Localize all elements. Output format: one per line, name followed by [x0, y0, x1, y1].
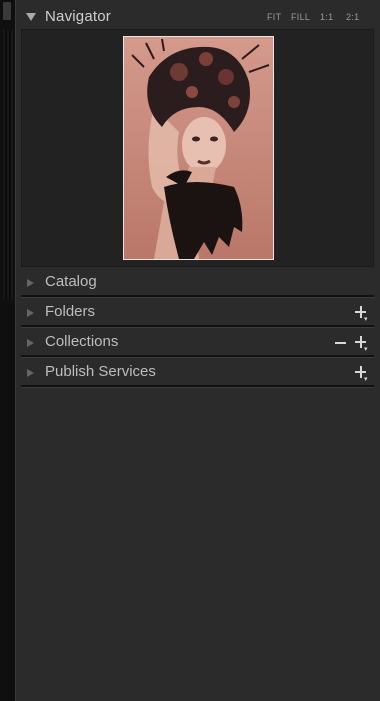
panel-grip[interactable]	[3, 30, 13, 300]
add-folder-icon[interactable]: ▾	[354, 306, 368, 323]
section-divider	[21, 325, 374, 327]
section-folders[interactable]: Folders ▾	[21, 299, 374, 327]
divider	[15, 0, 16, 701]
zoom-fit-button[interactable]: FIT	[267, 12, 281, 22]
panel-edge	[0, 0, 16, 701]
section-label: Publish Services	[45, 363, 156, 380]
navigator-preview[interactable]	[21, 29, 374, 267]
navigator-title: Navigator	[45, 8, 111, 25]
section-divider	[21, 355, 374, 357]
section-divider	[21, 385, 374, 387]
zoom-fill-button[interactable]: FILL	[291, 12, 310, 22]
library-left-panel: Navigator FIT FILL 1:1 2:1 Catalog Folde…	[0, 0, 380, 701]
portrait-thumbnail	[124, 37, 273, 259]
section-divider	[21, 295, 374, 297]
scroll-handle[interactable]	[3, 2, 11, 20]
expand-triangle-icon[interactable]	[26, 13, 36, 21]
collapsed-triangle-icon[interactable]	[27, 369, 34, 377]
collapsed-triangle-icon[interactable]	[27, 339, 34, 347]
add-publish-service-icon[interactable]: ▾	[354, 366, 368, 383]
section-publish-services[interactable]: Publish Services ▾	[21, 359, 374, 387]
zoom-2-1-button[interactable]: 2:1	[346, 12, 359, 22]
zoom-1-1-button[interactable]: 1:1	[320, 12, 333, 22]
remove-collection-icon[interactable]	[335, 342, 346, 344]
section-label: Catalog	[45, 273, 97, 290]
section-label: Collections	[45, 333, 119, 350]
section-label: Folders	[45, 303, 96, 320]
navigator-header[interactable]: Navigator FIT FILL 1:1 2:1	[16, 0, 380, 32]
section-collections[interactable]: Collections ▾	[21, 329, 374, 357]
preview-image[interactable]	[123, 36, 274, 260]
section-catalog[interactable]: Catalog	[21, 269, 374, 297]
collapsed-triangle-icon[interactable]	[27, 279, 34, 287]
add-collection-icon[interactable]: ▾	[354, 336, 368, 353]
collapsed-triangle-icon[interactable]	[27, 309, 34, 317]
